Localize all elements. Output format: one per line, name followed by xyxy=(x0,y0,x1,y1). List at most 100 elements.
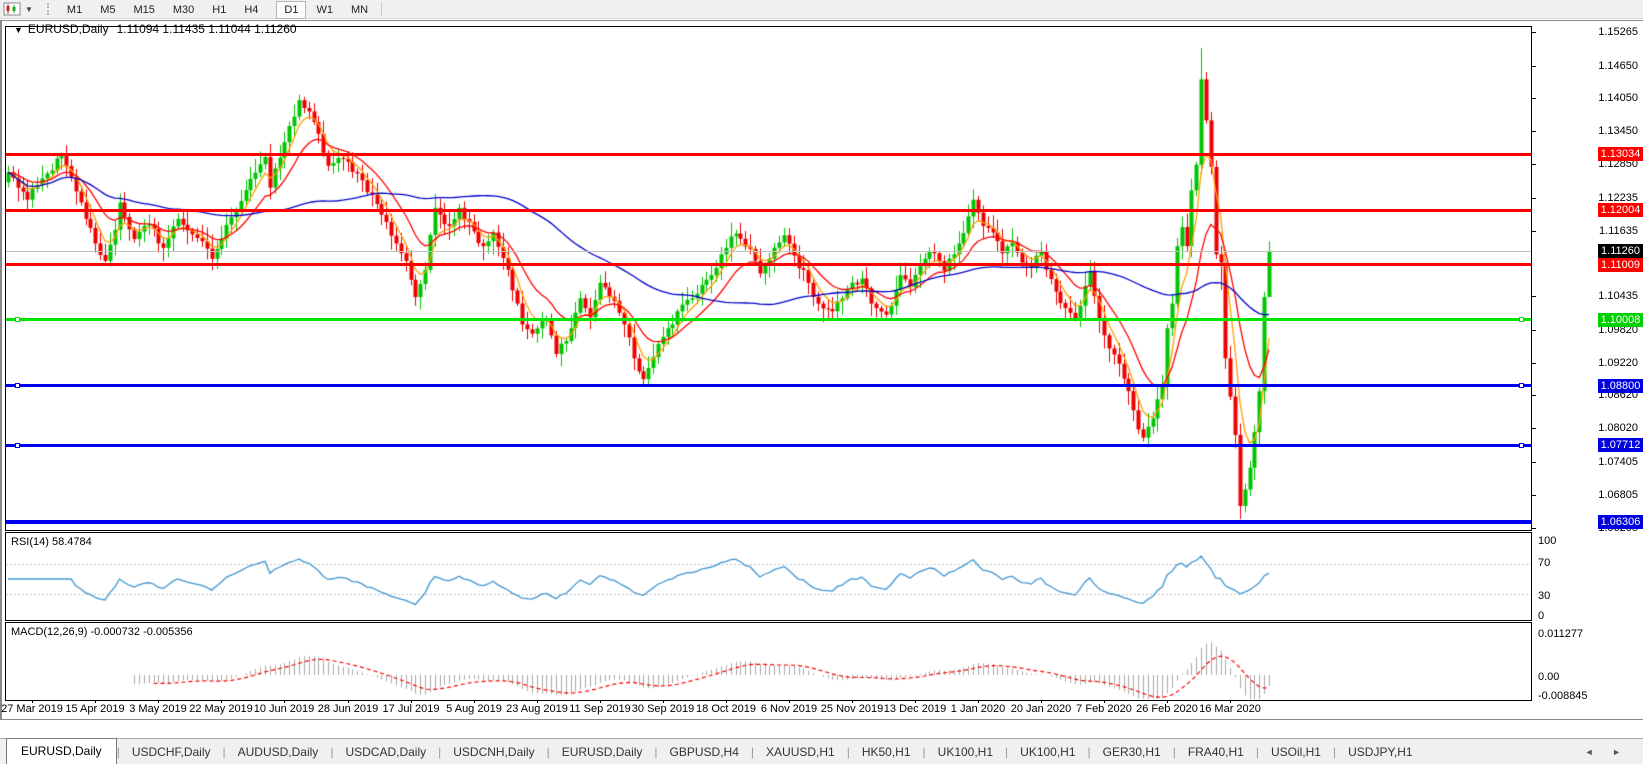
price-axis-tick xyxy=(1532,363,1536,364)
chart-tab-usdcad-daily[interactable]: USDCAD,Daily xyxy=(333,741,438,764)
macd-scale-label: 0.011277 xyxy=(1538,628,1584,640)
line-handle-right[interactable] xyxy=(1519,443,1524,448)
price-axis-tick-label: 1.15265 xyxy=(1598,26,1638,38)
line-handle-right[interactable] xyxy=(1519,317,1524,322)
price-tag: 1.06306 xyxy=(1598,515,1643,529)
line-handle-left[interactable] xyxy=(15,383,20,388)
price-axis-tick-label: 1.13450 xyxy=(1598,125,1638,137)
chart-title: ▼ EURUSD,Daily 1.11094 1.11435 1.11044 1.1… xyxy=(14,22,297,36)
timeframe-button-m30[interactable]: M30 xyxy=(165,1,202,19)
price-tag: 1.10008 xyxy=(1598,313,1643,327)
timeframe-button-m5[interactable]: M5 xyxy=(92,1,123,19)
horizontal-price-line[interactable] xyxy=(6,153,1531,156)
timeframe-buttons: M1 M5 M15 M30 H1 H4 D1 W1 MN xyxy=(58,0,377,19)
timeframe-button-m1[interactable]: M1 xyxy=(59,1,90,19)
chart-symbol-label: EURUSD,Daily xyxy=(27,22,109,36)
chart-tab-eurusd-daily[interactable]: EURUSD,Daily xyxy=(550,741,655,764)
line-handle-left[interactable] xyxy=(15,317,20,322)
price-tag: 1.08800 xyxy=(1598,379,1643,393)
price-axis-tick-label: 1.07405 xyxy=(1598,456,1638,468)
candlestick-chart-icon[interactable] xyxy=(3,2,21,16)
price-axis-tick xyxy=(1532,296,1536,297)
date-axis-label: 25 Nov 2019 xyxy=(820,703,884,715)
price-axis-tick-label: 1.09220 xyxy=(1598,357,1638,369)
macd-scale-label: -0.008845 xyxy=(1538,690,1588,702)
price-axis-tick-label: 1.14650 xyxy=(1598,60,1638,72)
price-axis-tick-label: 1.11635 xyxy=(1599,225,1638,237)
timeframe-button-d1[interactable]: D1 xyxy=(276,1,307,19)
macd-label: MACD(12,26,9) -0.000732 -0.005356 xyxy=(11,626,193,638)
chart-tab-fra40-h1[interactable]: FRA40,H1 xyxy=(1176,741,1256,764)
date-axis-label: 18 Oct 2019 xyxy=(696,703,756,715)
timeframe-button-h1[interactable]: H1 xyxy=(204,1,234,19)
chart-collapse-caret[interactable]: ▼ xyxy=(14,25,23,35)
chart-tab-usoil-h1[interactable]: USOil,H1 xyxy=(1259,741,1333,764)
price-axis-tick-label: 1.08020 xyxy=(1598,422,1638,434)
chart-tab-ger30-h1[interactable]: GER30,H1 xyxy=(1091,741,1173,764)
price-axis-tick xyxy=(1532,198,1536,199)
horizontal-price-line[interactable] xyxy=(6,444,1531,447)
chart-tab-uk100-h1[interactable]: UK100,H1 xyxy=(1008,741,1087,764)
price-axis-tick xyxy=(1532,330,1536,331)
rsi-chart-canvas[interactable] xyxy=(6,533,1531,620)
price-axis-tick xyxy=(1532,231,1536,232)
chart-tab-eurusd-daily[interactable]: EURUSD,Daily xyxy=(6,738,117,764)
chart-tab-usdcnh-daily[interactable]: USDCNH,Daily xyxy=(441,741,546,764)
line-handle-left[interactable] xyxy=(15,443,20,448)
chart-tab-uk100-h1[interactable]: UK100,H1 xyxy=(926,741,1005,764)
date-axis-label: 7 Feb 2020 xyxy=(1076,703,1132,715)
chart-tab-xauusd-h1[interactable]: XAUUSD,H1 xyxy=(754,741,847,764)
date-axis-label: 16 Mar 2020 xyxy=(1199,703,1261,715)
rsi-scale-label: 70 xyxy=(1538,557,1551,569)
timeframe-toolbar: ▼ M1 M5 M15 M30 H1 H4 D1 W1 MN xyxy=(0,0,1643,19)
date-axis-label: 22 May 2019 xyxy=(189,703,253,715)
timeframe-button-h4[interactable]: H4 xyxy=(236,1,266,19)
date-axis-label: 23 Aug 2019 xyxy=(506,703,568,715)
price-axis-tick xyxy=(1532,131,1536,132)
chart-tab-gbpusd-h4[interactable]: GBPUSD,H4 xyxy=(658,741,751,764)
mt4-terminal: ▼ M1 M5 M15 M30 H1 H4 D1 W1 MN ▼ EURUSD,Daily 1.11… xyxy=(0,0,1643,764)
price-axis-tick xyxy=(1532,462,1536,463)
date-axis-label: 27 Mar 2019 xyxy=(1,703,63,715)
date-axis-label: 26 Feb 2020 xyxy=(1136,703,1198,715)
rsi-scale-label: 100 xyxy=(1538,535,1557,547)
window-frame-top xyxy=(0,20,1643,21)
price-tag: 1.11009 xyxy=(1598,258,1643,272)
horizontal-price-line[interactable] xyxy=(6,384,1531,387)
timeframe-button-m15[interactable]: M15 xyxy=(125,1,162,19)
price-axis-tick-label: 1.14050 xyxy=(1598,92,1638,104)
chart-tab-usdchf-daily[interactable]: USDCHF,Daily xyxy=(120,741,223,764)
macd-chart-canvas[interactable] xyxy=(6,623,1531,700)
line-handle-right[interactable] xyxy=(1519,383,1524,388)
horizontal-price-line[interactable] xyxy=(6,318,1531,321)
price-axis-tick-label: 1.10435 xyxy=(1598,290,1638,302)
horizontal-price-line[interactable] xyxy=(6,520,1531,524)
date-axis-label: 30 Sep 2019 xyxy=(631,703,695,715)
rsi-label: RSI(14) 58.4784 xyxy=(11,536,92,548)
price-axis-tick xyxy=(1532,164,1536,165)
horizontal-price-line[interactable] xyxy=(6,209,1531,212)
timeframe-button-mn[interactable]: MN xyxy=(343,1,376,19)
price-axis-tick xyxy=(1532,428,1536,429)
rsi-scale-label: 0 xyxy=(1538,610,1545,622)
candlestick-chart-canvas[interactable] xyxy=(6,27,1531,530)
price-axis-tick-label: 1.06805 xyxy=(1598,489,1638,501)
chart-tabs: EURUSD,Daily | USDCHF,Daily | AUDUSD,Daily | U… xyxy=(0,738,1425,764)
chart-tab-usdjpy-h1[interactable]: USDJPY,H1 xyxy=(1336,741,1424,764)
price-axis-tick xyxy=(1532,98,1536,99)
chart-ohlc-values: 1.11094 1.11435 1.11044 1.11260 xyxy=(116,22,297,36)
timeframe-button-w1[interactable]: W1 xyxy=(308,1,341,19)
toolbar-grip[interactable] xyxy=(46,3,50,15)
toolbar-separator xyxy=(381,2,383,16)
horizontal-price-line[interactable] xyxy=(6,251,1531,252)
price-tag: 1.12004 xyxy=(1598,203,1643,217)
price-axis-tick xyxy=(1532,528,1536,529)
price-axis-tick xyxy=(1532,495,1536,496)
chart-type-dropdown-caret[interactable]: ▼ xyxy=(25,5,33,14)
chart-tab-audusd-daily[interactable]: AUDUSD,Daily xyxy=(226,741,331,764)
date-axis-label: 28 Jun 2019 xyxy=(317,703,379,715)
rsi-scale-label: 30 xyxy=(1538,590,1551,602)
chart-tab-hk50-h1[interactable]: HK50,H1 xyxy=(850,741,923,764)
horizontal-price-line[interactable] xyxy=(6,263,1531,266)
date-axis-label: 1 Jan 2020 xyxy=(950,703,1006,715)
